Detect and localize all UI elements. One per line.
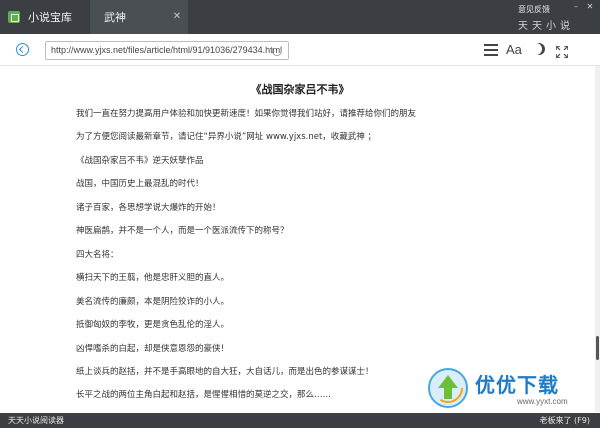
article-paragraph: 长平之战的两位主角白起和赵括，是惺惺相惜的莫逆之交，那么…… (76, 390, 332, 400)
tab-wushen[interactable]: 武神 ✕ (90, 0, 188, 34)
night-mode-icon[interactable] (533, 43, 545, 55)
tab-label: 武神 (104, 11, 126, 24)
chapter-list-icon[interactable] (484, 43, 498, 57)
app-title: 小说宝库 (28, 11, 72, 24)
back-icon[interactable] (16, 43, 29, 56)
url-field[interactable]: http://www.yjxs.net/files/article/html/9… (45, 41, 289, 60)
window-controls: – ✕ (572, 3, 594, 11)
font-size-icon[interactable]: Aa (506, 42, 522, 57)
article-paragraph: 抵御匈奴的李牧，更是贪色乱伦的淫人。 (76, 320, 230, 330)
scroll-thumb[interactable] (596, 336, 599, 360)
site-watermark: 优优下载 www.yyxt.com (425, 365, 595, 413)
app-header: 小说宝库 (0, 0, 90, 34)
article-paragraph: 战国，中国历史上最混乱的时代！ (76, 179, 204, 189)
article-paragraph: 神医扁鹊，并不是一个人，而是一个医派流传下的称号？ (76, 226, 289, 236)
url-text: http://www.yjxs.net/files/article/html/9… (51, 45, 283, 55)
article-title: 《战国杂家吕不韦》 (250, 83, 350, 96)
minimize-icon[interactable]: – (572, 3, 580, 11)
close-tab-icon[interactable]: ✕ (172, 12, 182, 22)
article-paragraph: 《战国杂家吕不韦》逆天妖孽作品 (76, 156, 204, 166)
article-paragraph: 纸上谈兵的赵括，并不是手高眼地的自大狂，大自话儿，而是出色的参谋谋士！ (76, 367, 374, 377)
title-bar: 小说宝库 武神 ✕ 意见反馈 – ✕ 天天小说 (0, 0, 600, 34)
status-app-name: 天天小说阅读器 (8, 416, 64, 425)
scrollbar[interactable] (595, 66, 600, 412)
app-logo-icon (8, 11, 20, 23)
article-paragraph: 四大名将： (76, 250, 119, 260)
article-paragraph: 横扫天下的王翦，他是忠肝义胆的直人。 (76, 273, 230, 283)
watermark-logo-icon (428, 368, 468, 408)
article-paragraph: 我们一直在努力提高用户体验和加快更新速度！如果你觉得我们站好，请推荐给你们的朋友 (76, 109, 417, 119)
article-paragraph: 美名流传的廉颇，本是阴险狡诈的小人。 (76, 297, 230, 307)
navigation-bar: http://www.yjxs.net/files/article/html/9… (0, 34, 600, 66)
boss-key-button[interactable]: 老板来了 (F9) (540, 415, 590, 426)
watermark-title: 优优下载 (475, 373, 559, 397)
article-paragraph: 诸子百家，各思想学说大爆炸的开始！ (76, 203, 221, 213)
feedback-link[interactable]: 意见反馈 (518, 4, 550, 15)
loading-icon[interactable] (272, 46, 282, 56)
close-window-icon[interactable]: ✕ (586, 3, 594, 11)
fullscreen-icon[interactable] (555, 43, 569, 59)
brand-mark: 天天小说 (518, 21, 574, 32)
status-bar: 天天小说阅读器 老板来了 (F9) (0, 413, 600, 428)
watermark-url: www.yyxt.com (517, 397, 568, 406)
article-paragraph: 为了方便您阅读最新章节，请记住“异界小说”网址 www.yjxs.net，收藏武… (76, 132, 376, 142)
article-paragraph: 凶悍嗜杀的白起，却是侠意恩怨的豪侠！ (76, 344, 230, 354)
reading-pane: 《战国杂家吕不韦》 我们一直在努力提高用户体验和加快更新速度！如果你觉得我们站好… (0, 67, 600, 413)
